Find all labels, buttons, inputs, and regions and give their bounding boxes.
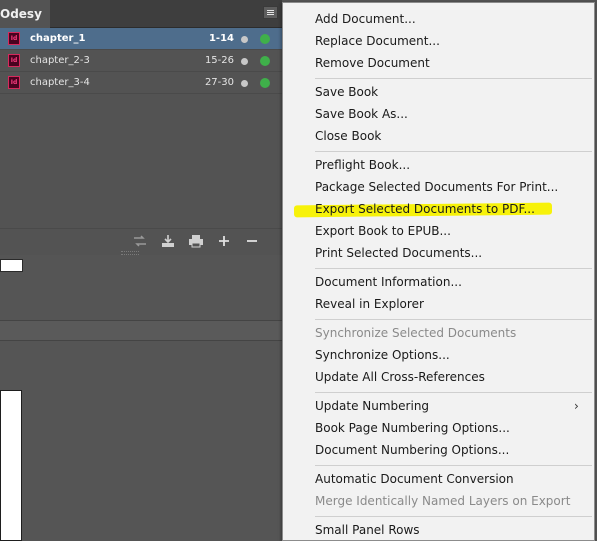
document-name: chapter_1 <box>30 33 86 44</box>
save-book-icon[interactable] <box>160 234 176 248</box>
document-page-range: 1-14 <box>208 33 234 44</box>
menu-item-merge-layers: Merge Identically Named Layers on Export <box>315 494 571 508</box>
panel-tab-title: Odesy <box>0 7 42 21</box>
menu-item-print-selected[interactable]: Print Selected Documents... <box>315 242 482 264</box>
book-panel: Odesy Id chapter_1 1-14 Id chapter_2-3 1… <box>0 0 282 255</box>
document-row[interactable]: Id chapter_2-3 15-26 <box>0 50 282 72</box>
page-thumbnail <box>0 259 23 272</box>
menu-item-synchronize-options[interactable]: Synchronize Options... <box>315 344 450 366</box>
menu-item-update-cross-references[interactable]: Update All Cross-References <box>315 366 485 388</box>
document-status-icon <box>241 36 248 43</box>
synchronize-icon[interactable] <box>132 234 148 248</box>
menu-separator <box>315 392 592 393</box>
document-status-icon <box>241 58 248 65</box>
panel-tab-odesy[interactable]: Odesy <box>0 0 50 28</box>
menu-separator <box>315 78 592 79</box>
menu-item-replace-document[interactable]: Replace Document... <box>315 30 440 52</box>
menu-item-small-panel-rows[interactable]: Small Panel Rows <box>315 519 420 541</box>
book-document-list: Id chapter_1 1-14 Id chapter_2-3 15-26 I… <box>0 28 282 94</box>
menu-item-export-to-pdf[interactable]: Export Selected Documents to PDF... <box>315 198 535 220</box>
menu-item-reveal-in-explorer[interactable]: Reveal in Explorer <box>315 293 424 315</box>
menu-item-synchronize-selected: Synchronize Selected Documents <box>315 326 517 340</box>
document-row[interactable]: Id chapter_1 1-14 <box>0 28 282 50</box>
menu-item-book-page-numbering[interactable]: Book Page Numbering Options... <box>315 417 510 439</box>
menu-separator <box>315 151 592 152</box>
remove-document-icon[interactable] <box>244 234 260 248</box>
book-panel-flyout-menu: Add Document... Replace Document... Remo… <box>282 2 595 541</box>
menu-item-close-book[interactable]: Close Book <box>315 125 381 147</box>
chevron-right-icon: › <box>574 399 579 413</box>
panel-menu-button[interactable] <box>263 6 278 19</box>
panel-tab-bar: Odesy <box>0 0 282 28</box>
sync-source-icon <box>260 34 270 44</box>
workspace-area <box>0 255 282 541</box>
indesign-doc-icon: Id <box>8 54 20 67</box>
print-book-icon[interactable] <box>188 234 204 248</box>
menu-item-preflight-book[interactable]: Preflight Book... <box>315 154 410 176</box>
page-preview <box>0 390 22 541</box>
menu-separator <box>315 319 592 320</box>
menu-item-update-numbering[interactable]: Update Numbering <box>315 395 429 417</box>
menu-item-export-to-epub[interactable]: Export Book to EPUB... <box>315 220 451 242</box>
menu-item-automatic-conversion[interactable]: Automatic Document Conversion <box>315 468 514 490</box>
indesign-doc-icon: Id <box>8 32 20 45</box>
menu-item-save-book-as[interactable]: Save Book As... <box>315 103 408 125</box>
panel-footer <box>0 228 282 252</box>
menu-item-remove-document[interactable]: Remove Document <box>315 52 430 74</box>
add-document-icon[interactable] <box>216 234 232 248</box>
menu-item-add-document[interactable]: Add Document... <box>315 8 416 30</box>
menu-separator <box>315 516 592 517</box>
document-page-range: 27-30 <box>204 77 234 88</box>
document-name: chapter_3-4 <box>30 77 90 88</box>
panel-bar <box>0 321 282 341</box>
indesign-doc-icon: Id <box>8 76 20 89</box>
menu-item-document-information[interactable]: Document Information... <box>315 271 462 293</box>
sync-source-icon <box>260 56 270 66</box>
menu-item-package-for-print[interactable]: Package Selected Documents For Print... <box>315 176 558 198</box>
document-status-icon <box>241 80 248 87</box>
document-row[interactable]: Id chapter_3-4 27-30 <box>0 72 282 94</box>
menu-separator <box>315 465 592 466</box>
menu-item-save-book[interactable]: Save Book <box>315 81 378 103</box>
document-name: chapter_2-3 <box>30 55 90 66</box>
menu-separator <box>315 268 592 269</box>
menu-item-document-numbering[interactable]: Document Numbering Options... <box>315 439 509 461</box>
document-page-range: 15-26 <box>204 55 234 66</box>
sync-source-icon <box>260 78 270 88</box>
